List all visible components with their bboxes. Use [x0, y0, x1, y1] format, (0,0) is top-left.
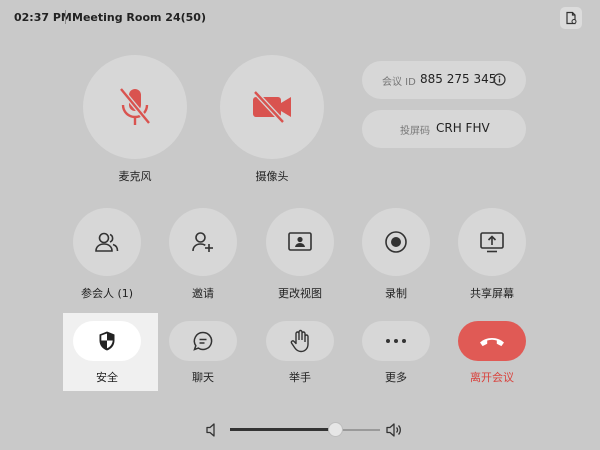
- meeting-id-pill[interactable]: 会议 ID 885 275 345: [362, 61, 526, 99]
- volume-high-icon: [386, 423, 401, 437]
- info-icon[interactable]: [493, 73, 506, 86]
- change-view-label: 更改视图: [278, 287, 322, 300]
- participants-icon: [95, 232, 119, 252]
- status-bar: 02:37 PM Meeting Room 24(50): [0, 0, 600, 36]
- camera-button[interactable]: [220, 55, 324, 159]
- document-icon: [566, 11, 577, 25]
- security-label: 安全: [96, 371, 118, 384]
- leave-meeting-label: 离开会议: [470, 371, 514, 384]
- share-screen-button[interactable]: [458, 208, 526, 276]
- divider: [65, 10, 66, 24]
- volume-slider[interactable]: [0, 418, 600, 442]
- record-icon: [385, 231, 407, 253]
- camera-label: 摄像头: [255, 170, 289, 183]
- more-icon: [386, 339, 406, 343]
- add-user-icon: [192, 232, 213, 252]
- share-screen-icon: [480, 232, 504, 253]
- participants-button[interactable]: [73, 208, 141, 276]
- more-label: 更多: [385, 371, 407, 384]
- chat-icon: [193, 331, 213, 351]
- cast-code-pill[interactable]: 投屏码 CRH FHV: [362, 110, 526, 148]
- view-layout-icon: [288, 232, 312, 251]
- camera-off-icon: [253, 90, 291, 124]
- more-button[interactable]: [362, 321, 430, 361]
- microphone-button[interactable]: [83, 55, 187, 159]
- hand-icon: [290, 329, 309, 353]
- share-screen-label: 共享屏幕: [470, 287, 514, 300]
- volume-fill: [230, 428, 335, 431]
- microphone-label: 麦克风: [118, 170, 152, 183]
- chat-label: 聊天: [192, 371, 214, 384]
- hang-up-icon: [480, 338, 504, 347]
- cast-code-value: CRH FHV: [436, 121, 490, 135]
- raise-hand-label: 举手: [289, 371, 311, 384]
- security-button[interactable]: [73, 321, 141, 361]
- microphone-muted-icon: [119, 87, 151, 125]
- participants-label: 参会人 (1): [80, 287, 134, 300]
- invite-button[interactable]: [169, 208, 237, 276]
- record-button[interactable]: [362, 208, 430, 276]
- raise-hand-button[interactable]: [266, 321, 334, 361]
- document-button[interactable]: [560, 7, 582, 29]
- meeting-id-value: 885 275 345: [420, 72, 497, 86]
- shield-icon: [99, 331, 115, 351]
- cast-code-label: 投屏码: [400, 126, 430, 137]
- invite-label: 邀请: [192, 287, 214, 300]
- record-label: 录制: [385, 287, 407, 300]
- chat-button[interactable]: [169, 321, 237, 361]
- volume-low-icon: [206, 423, 215, 437]
- volume-knob[interactable]: [327, 422, 343, 437]
- change-view-button[interactable]: [266, 208, 334, 276]
- room-name: Meeting Room 24(50): [72, 11, 206, 24]
- meeting-id-label: 会议 ID: [382, 77, 416, 88]
- clock: 02:37 PM: [14, 11, 72, 24]
- leave-meeting-button[interactable]: [458, 321, 526, 361]
